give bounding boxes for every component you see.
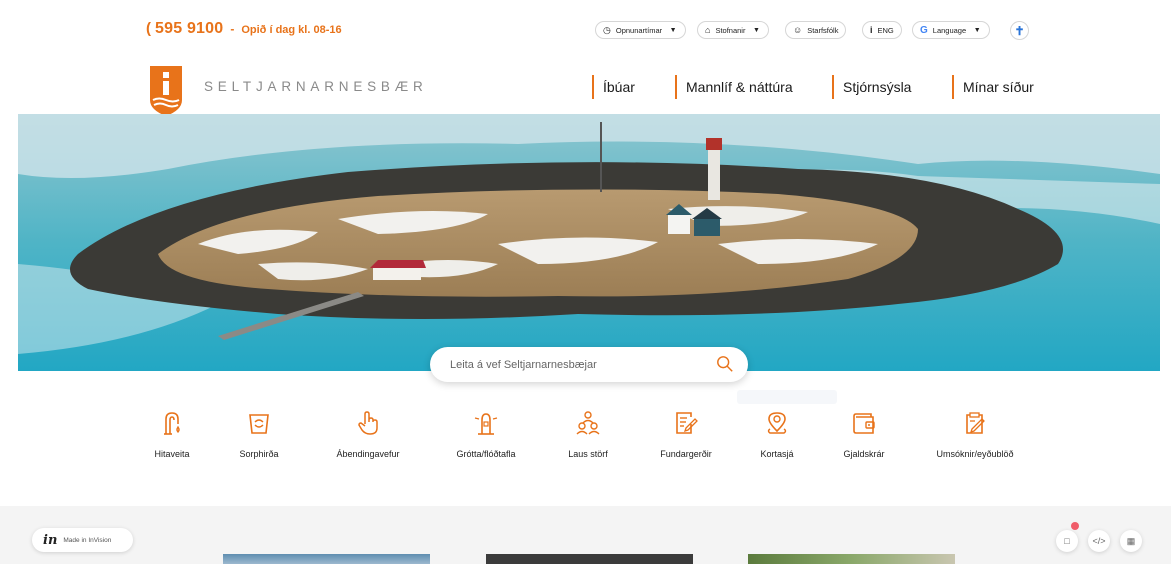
- nav-divider: [675, 75, 677, 99]
- nav-item-residents[interactable]: Íbúar: [592, 74, 635, 100]
- staff-label: Starfsfólk: [807, 25, 839, 35]
- people-icon: [576, 411, 600, 435]
- english-button[interactable]: i ENG: [862, 21, 902, 39]
- map-pin-icon: [767, 412, 787, 434]
- google-icon: G: [920, 24, 928, 36]
- ghost-overlay: [737, 390, 837, 404]
- nav-divider: [592, 75, 594, 99]
- quicklink-forms[interactable]: Umsóknir/eyðublöð: [915, 410, 1035, 459]
- nav-item-label: Mínar síður: [963, 79, 1034, 95]
- notification-dot: [1071, 522, 1079, 530]
- search-bar[interactable]: [430, 347, 748, 382]
- nav-item-administration[interactable]: Stjórnsýsla: [832, 74, 911, 100]
- opening-hours-dropdown[interactable]: ◷ Opnunartímar ▼: [595, 21, 687, 39]
- quicklink-waste[interactable]: Sorphirða: [199, 410, 319, 459]
- comment-icon[interactable]: □: [1056, 530, 1078, 552]
- quicklink-label: Kortasjá: [760, 449, 794, 459]
- lighthouse-icon: [474, 413, 498, 435]
- institutions-dropdown[interactable]: ⌂ Stofnanir ▼: [697, 21, 770, 39]
- nav-item-life-nature[interactable]: Mannlíf & náttúra: [675, 74, 793, 100]
- grid-icon[interactable]: ▦: [1120, 530, 1142, 552]
- person-icon: ☺: [793, 25, 803, 35]
- invision-badge[interactable]: in Made in InVision: [32, 528, 133, 552]
- invision-logo: in: [43, 532, 58, 548]
- quicklink-label: Grótta/flóðtafla: [456, 449, 516, 459]
- nav-item-label: Íbúar: [603, 79, 635, 95]
- shield-logo[interactable]: [148, 64, 184, 118]
- nav-item-label: Mannlíf & náttúra: [686, 79, 793, 95]
- quicklink-label: Ábendingavefur: [336, 449, 400, 459]
- english-label: ENG: [877, 25, 894, 35]
- invision-label: Made in InVision: [63, 536, 112, 544]
- staff-button[interactable]: ☺ Starfsfólk: [785, 21, 847, 39]
- phone-icon: (: [146, 20, 151, 37]
- nav-divider: [832, 75, 834, 99]
- hero-image: [18, 114, 1160, 371]
- institutions-label: Stofnanir: [715, 25, 746, 35]
- home-icon: ⌂: [705, 25, 711, 35]
- chevron-down-icon: ▼: [668, 25, 679, 35]
- wallet-icon: [853, 413, 875, 434]
- opening-hours-label: Opnunartímar: [615, 25, 663, 35]
- document-edit-icon: [676, 412, 698, 434]
- quicklink-label: Umsóknir/eyðublöð: [936, 449, 1014, 459]
- form-edit-icon: [966, 412, 985, 434]
- nav-item-my-pages[interactable]: Mínar síður: [952, 74, 1034, 100]
- news-thumbnail[interactable]: [223, 554, 430, 564]
- news-thumbnail[interactable]: [748, 554, 955, 564]
- quicklink-label: Hitaveita: [154, 449, 190, 459]
- quicklink-label: Gjaldskrár: [843, 449, 885, 459]
- clock-icon: ◷: [603, 24, 611, 35]
- brand-name[interactable]: SELTJARNARNESBÆR: [204, 79, 428, 94]
- code-icon[interactable]: </>: [1088, 530, 1110, 552]
- language-label: Language: [932, 25, 967, 35]
- phone-contact[interactable]: ( 595 9100 - Opið í dag kl. 08-16: [146, 20, 342, 38]
- info-icon: i: [870, 25, 873, 35]
- search-icon[interactable]: [716, 355, 734, 373]
- phone-number[interactable]: 595 9100: [155, 20, 223, 38]
- search-input[interactable]: [450, 358, 700, 371]
- quicklink-feedback[interactable]: Ábendingavefur: [308, 410, 428, 459]
- accessibility-icon[interactable]: ✝: [1010, 21, 1029, 40]
- recycle-bin-icon: [249, 414, 269, 434]
- language-dropdown[interactable]: G Language ▼: [912, 21, 991, 39]
- quick-links: Hitaveita Sorphirða Ábendingavefur Grótt…: [0, 410, 1171, 470]
- hot-water-icon: [164, 412, 180, 435]
- quicklink-label: Sorphirða: [239, 449, 279, 459]
- chevron-down-icon: ▼: [972, 25, 983, 35]
- top-bar: ( 595 9100 - Opið í dag kl. 08-16 ◷ Opnu…: [0, 0, 1171, 60]
- opening-hours-text: Opið í dag kl. 08-16: [241, 24, 342, 36]
- phone-separator: -: [230, 22, 235, 36]
- quicklink-label: Fundargerðir: [660, 449, 712, 459]
- quicklink-label: Laus störf: [568, 449, 608, 459]
- nav-divider: [952, 75, 954, 99]
- chevron-down-icon: ▼: [751, 25, 762, 35]
- pointer-hand-icon: [358, 411, 378, 435]
- news-thumbnail[interactable]: [486, 554, 693, 564]
- nav-item-label: Stjórnsýsla: [843, 79, 912, 95]
- quicklink-tariffs[interactable]: Gjaldskrár: [804, 410, 924, 459]
